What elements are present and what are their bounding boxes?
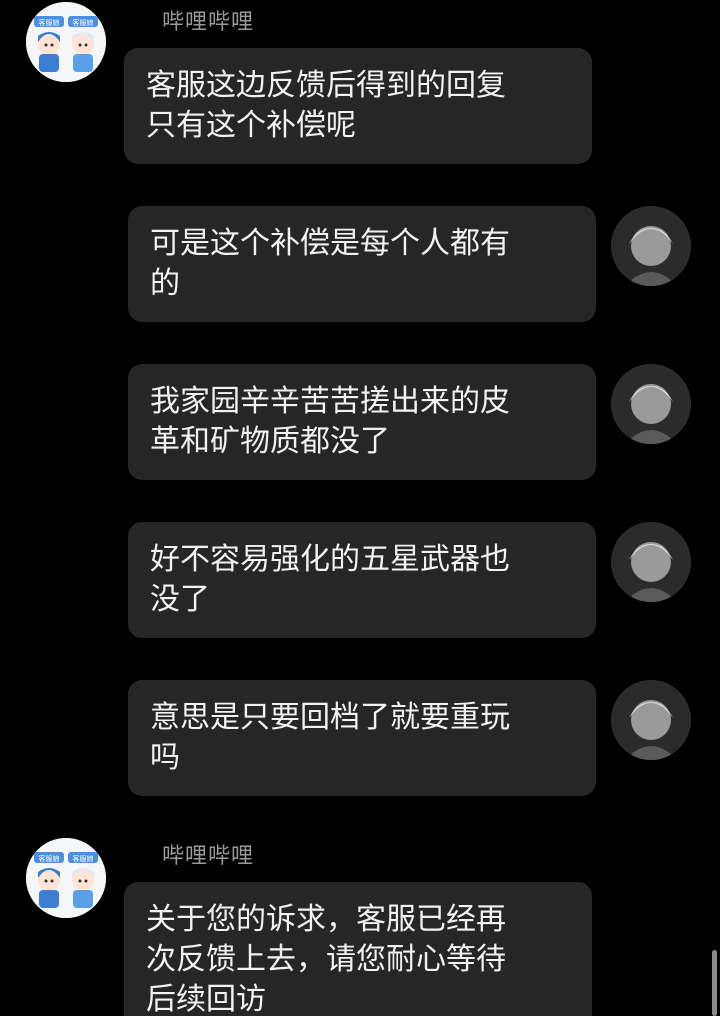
service-avatar[interactable]: 客服娘 客服娘 [26, 838, 106, 918]
message-bubble-received[interactable]: 关于您的诉求，客服已经再 次反馈上去，请您耐心等待 后续回访 [124, 882, 592, 1016]
message-bubble-received[interactable]: 客服这边反馈后得到的回复 只有这个补偿呢 [124, 48, 592, 164]
sender-name: 哔哩哔哩 [162, 844, 255, 869]
user-avatar[interactable] [611, 522, 691, 602]
user-avatar-icon [611, 206, 691, 286]
chat-view: 哔哩哔哩 客服娘 客服娘 客服这边反馈后得到的回复 只有这个补偿呢 可是这个补偿… [0, 0, 720, 1016]
svg-text:客服娘: 客服娘 [39, 854, 60, 863]
message-bubble-sent[interactable]: 我家园辛辛苦苦搓出来的皮 革和矿物质都没了 [128, 364, 596, 480]
user-avatar-icon [611, 364, 691, 444]
svg-text:客服娘: 客服娘 [73, 854, 94, 863]
user-avatar[interactable] [611, 680, 691, 760]
message-bubble-sent[interactable]: 意思是只要回档了就要重玩 吗 [128, 680, 596, 796]
message-bubble-sent[interactable]: 好不容易强化的五星武器也 没了 [128, 522, 596, 638]
mascot-avatar-icon: 客服娘 客服娘 [26, 838, 106, 918]
sender-name: 哔哩哔哩 [162, 10, 255, 35]
user-avatar[interactable] [611, 364, 691, 444]
user-avatar-icon [611, 680, 691, 760]
mascot-avatar-icon: 客服娘 客服娘 [26, 2, 106, 82]
scrollbar[interactable] [712, 950, 717, 1016]
user-avatar-icon [611, 522, 691, 602]
svg-text:客服娘: 客服娘 [73, 18, 94, 27]
svg-text:客服娘: 客服娘 [39, 18, 60, 27]
service-avatar[interactable]: 客服娘 客服娘 [26, 2, 106, 82]
message-bubble-sent[interactable]: 可是这个补偿是每个人都有 的 [128, 206, 596, 322]
user-avatar[interactable] [611, 206, 691, 286]
